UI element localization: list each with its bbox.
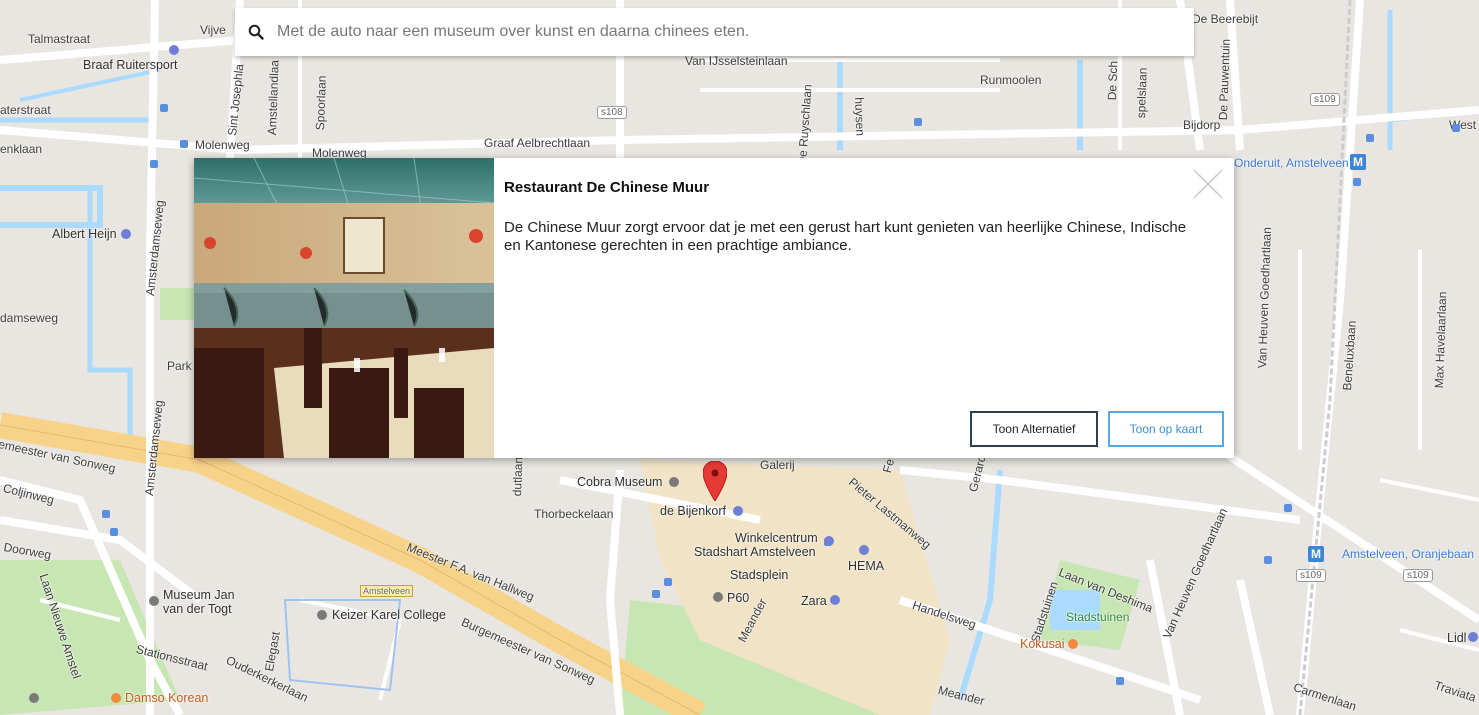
restaurant-description: De Chinese Muur zorgt ervoor dat je met … xyxy=(504,219,1187,254)
search-icon[interactable] xyxy=(247,23,265,41)
restaurant-info-card: Restaurant De Chinese Muur De Chinese Mu… xyxy=(194,158,1234,458)
show-on-map-button[interactable]: Toon op kaart xyxy=(1108,411,1224,447)
search-input[interactable] xyxy=(275,11,1194,53)
search-bar xyxy=(235,8,1194,56)
close-icon[interactable] xyxy=(1191,167,1225,201)
show-alternative-button[interactable]: Toon Alternatief xyxy=(970,411,1098,447)
restaurant-title: Restaurant De Chinese Muur xyxy=(504,179,710,196)
restaurant-photo xyxy=(194,158,494,458)
svg-text:M: M xyxy=(1311,547,1321,561)
svg-text:M: M xyxy=(1353,155,1363,169)
map-pin-icon[interactable] xyxy=(702,460,728,502)
